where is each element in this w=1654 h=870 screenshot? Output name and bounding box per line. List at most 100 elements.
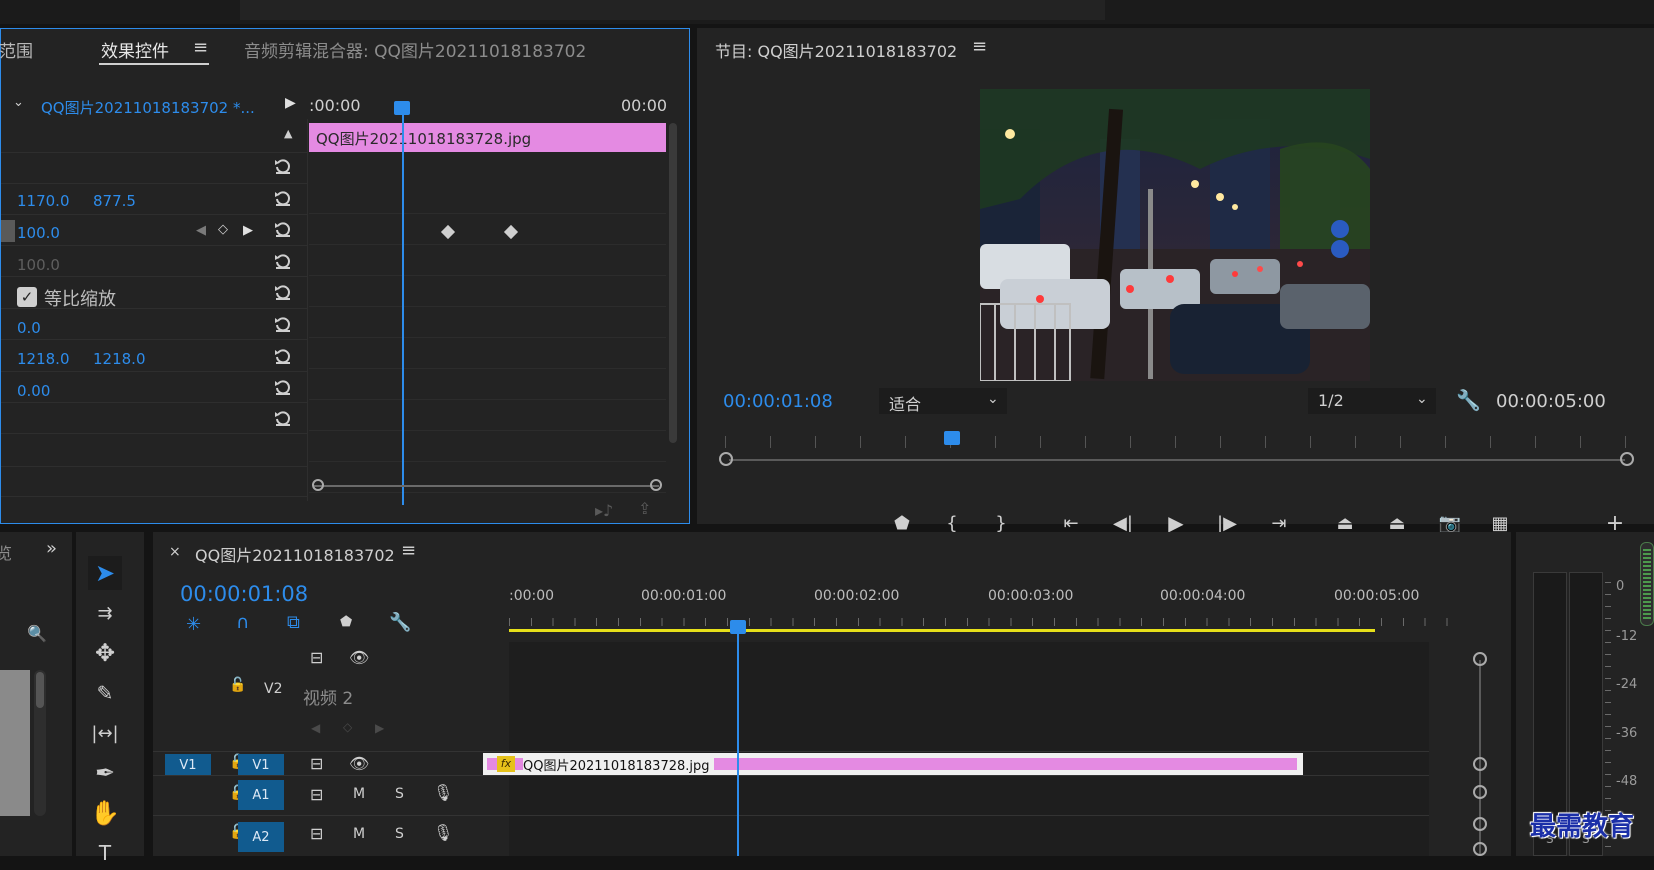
ec-vertical-scrollbar[interactable] <box>669 123 677 443</box>
expand-panels-icon[interactable]: » <box>46 538 57 559</box>
resolution-dropdown[interactable]: 1/2 ⌄ <box>1308 388 1436 414</box>
scroll-handle[interactable] <box>1473 785 1487 799</box>
ec-playhead-marker[interactable] <box>394 101 410 115</box>
scroll-handle[interactable] <box>1473 652 1487 666</box>
toggle-sync-lock-icon[interactable]: ⊟ <box>310 785 323 804</box>
toggle-sync-lock-icon[interactable]: ⊟ <box>310 824 323 843</box>
hand-tool-icon[interactable]: ✋ <box>88 796 122 830</box>
prev-keyframe-icon[interactable]: ◀ <box>196 223 206 238</box>
source-patch-v1[interactable]: V1 <box>165 754 211 776</box>
selection-tool-icon[interactable]: ➤ <box>88 556 122 590</box>
prev-keyframe-icon[interactable]: ◀ <box>311 721 320 735</box>
wrench-icon[interactable]: 🔧 <box>1456 388 1481 412</box>
scroll-handle-right[interactable] <box>650 479 662 491</box>
solo-a1-button[interactable]: S <box>395 786 404 802</box>
track-a2-target[interactable]: A2 <box>238 822 284 852</box>
scroll-handle[interactable] <box>1473 842 1487 856</box>
find-bin-icon[interactable]: 🔍 <box>27 624 47 643</box>
reset-icon[interactable] <box>273 282 293 302</box>
reset-icon[interactable] <box>273 314 293 334</box>
add-marker-icon[interactable]: ⬟ <box>340 614 352 630</box>
ec-horizontal-scrollbar[interactable] <box>313 485 659 487</box>
snap-icon[interactable]: ∩ <box>236 612 249 633</box>
project-scroll-thumb[interactable] <box>36 672 44 708</box>
reset-icon[interactable] <box>273 346 293 366</box>
reset-icon[interactable] <box>273 188 293 208</box>
scroll-handle-left[interactable] <box>312 479 324 491</box>
anchor-x-value[interactable]: 1218.0 <box>17 350 70 368</box>
close-icon[interactable]: × <box>169 544 181 560</box>
rotation-value[interactable]: 0.0 <box>17 319 41 337</box>
timeline-title[interactable]: QQ图片20211018183702 <box>195 542 395 566</box>
tab-partial-range[interactable]: 范围 <box>0 37 33 62</box>
add-keyframe-icon[interactable]: ◇ <box>343 720 352 734</box>
toggle-sync-lock-icon[interactable]: ⊟ <box>310 754 323 773</box>
scroll-handle[interactable] <box>1473 757 1487 771</box>
scale-value[interactable]: 100.0 <box>17 224 60 242</box>
track-v2-label[interactable]: V2 <box>264 681 282 697</box>
timeline-playhead-marker[interactable] <box>730 620 746 634</box>
ripple-edit-tool-icon[interactable]: ✥ <box>88 636 122 670</box>
next-keyframe-icon[interactable]: ▶ <box>375 721 384 735</box>
scrub-handle-right[interactable] <box>1620 452 1634 466</box>
fx-badge[interactable]: fx <box>497 756 515 772</box>
type-tool-icon[interactable]: T <box>88 836 122 870</box>
program-scrub-bar[interactable] <box>729 459 1625 461</box>
razor-tool-icon[interactable]: ✎ <box>88 676 122 710</box>
sequence-clip-name[interactable]: QQ图片20211018183702 *... <box>41 97 255 118</box>
meter-scrollbar[interactable] <box>1640 542 1654 626</box>
uniform-scale-checkbox[interactable]: ✓ <box>17 287 37 307</box>
collapse-up-icon[interactable]: ▲ <box>284 127 292 140</box>
reset-icon[interactable] <box>273 219 293 239</box>
add-keyframe-icon[interactable]: ◇ <box>218 222 228 237</box>
scroll-handle[interactable] <box>1473 817 1487 831</box>
track-select-tool-icon[interactable]: ⇉ <box>88 596 122 630</box>
tab-effect-controls[interactable]: 效果控件 <box>101 37 169 62</box>
eye-icon[interactable]: 👁 <box>349 754 369 773</box>
tab-audio-mixer[interactable]: 音频剪辑混合器: QQ图片20211018183702 <box>244 37 586 62</box>
eye-icon[interactable]: 👁 <box>349 648 369 667</box>
program-current-time[interactable]: 00:00:01:08 <box>723 391 833 412</box>
scrub-handle-left[interactable] <box>719 452 733 466</box>
audio-loop-icon[interactable]: ▸♪ <box>595 501 613 520</box>
position-x-value[interactable]: 1170.0 <box>17 192 70 210</box>
reset-icon[interactable] <box>273 408 293 428</box>
linked-selection-icon[interactable]: ⧉ <box>287 612 300 633</box>
microphone-icon[interactable]: 🎙 <box>433 783 453 802</box>
export-frame-icon[interactable]: ⇪ <box>638 499 651 518</box>
tab-menu-icon[interactable]: ≡ <box>193 37 208 58</box>
position-y-value[interactable]: 877.5 <box>93 192 136 210</box>
mute-a2-button[interactable]: M <box>353 826 365 842</box>
program-playhead-marker[interactable] <box>944 431 960 445</box>
microphone-icon[interactable]: 🎙 <box>433 823 453 842</box>
lock-icon[interactable]: 🔓 <box>229 677 246 693</box>
toggle-sync-lock-icon[interactable]: ⊟ <box>310 648 323 667</box>
chevron-down-icon[interactable]: ⌄ <box>13 95 24 110</box>
mute-a1-button[interactable]: M <box>353 786 365 802</box>
timeline-current-time[interactable]: 00:00:01:08 <box>180 582 308 606</box>
next-keyframe-icon[interactable]: ▶ <box>243 223 253 238</box>
monitor-menu-icon[interactable]: ≡ <box>972 36 987 57</box>
fit-dropdown[interactable]: 适合 ⌄ <box>879 388 1007 414</box>
work-area-bar[interactable] <box>509 629 1375 632</box>
slip-tool-icon[interactable]: |↔| <box>88 716 122 750</box>
track-a1-target[interactable]: A1 <box>238 780 284 810</box>
anchor-y-value[interactable]: 1218.0 <box>93 350 146 368</box>
play-only-icon[interactable]: ▶ <box>285 95 296 111</box>
program-time-ruler[interactable] <box>725 436 1627 448</box>
meter-scroll-thumb[interactable] <box>1643 549 1651 619</box>
reset-icon[interactable] <box>273 377 293 397</box>
timeline-settings-icon[interactable]: 🔧 <box>389 612 411 633</box>
solo-a2-button[interactable]: S <box>395 826 404 842</box>
track-v1-target[interactable]: V1 <box>238 754 284 776</box>
anti-flicker-value[interactable]: 0.00 <box>17 382 50 400</box>
ec-clip-bar[interactable]: QQ图片20211018183728.jpg <box>309 123 666 152</box>
stopwatch-toggle[interactable] <box>1 220 15 242</box>
nest-toggle-icon[interactable]: ✳ <box>186 614 201 635</box>
project-thumbnail[interactable] <box>0 670 30 816</box>
reset-icon[interactable] <box>273 156 293 176</box>
reset-icon[interactable] <box>273 251 293 271</box>
pen-tool-icon[interactable]: ✒ <box>88 756 122 790</box>
timeline-clip[interactable]: fx QQ图片20211018183728.jpg <box>483 753 1303 775</box>
timeline-ruler[interactable]: :00:00 00:00:01:00 00:00:02:00 00:00:03:… <box>509 582 1449 634</box>
